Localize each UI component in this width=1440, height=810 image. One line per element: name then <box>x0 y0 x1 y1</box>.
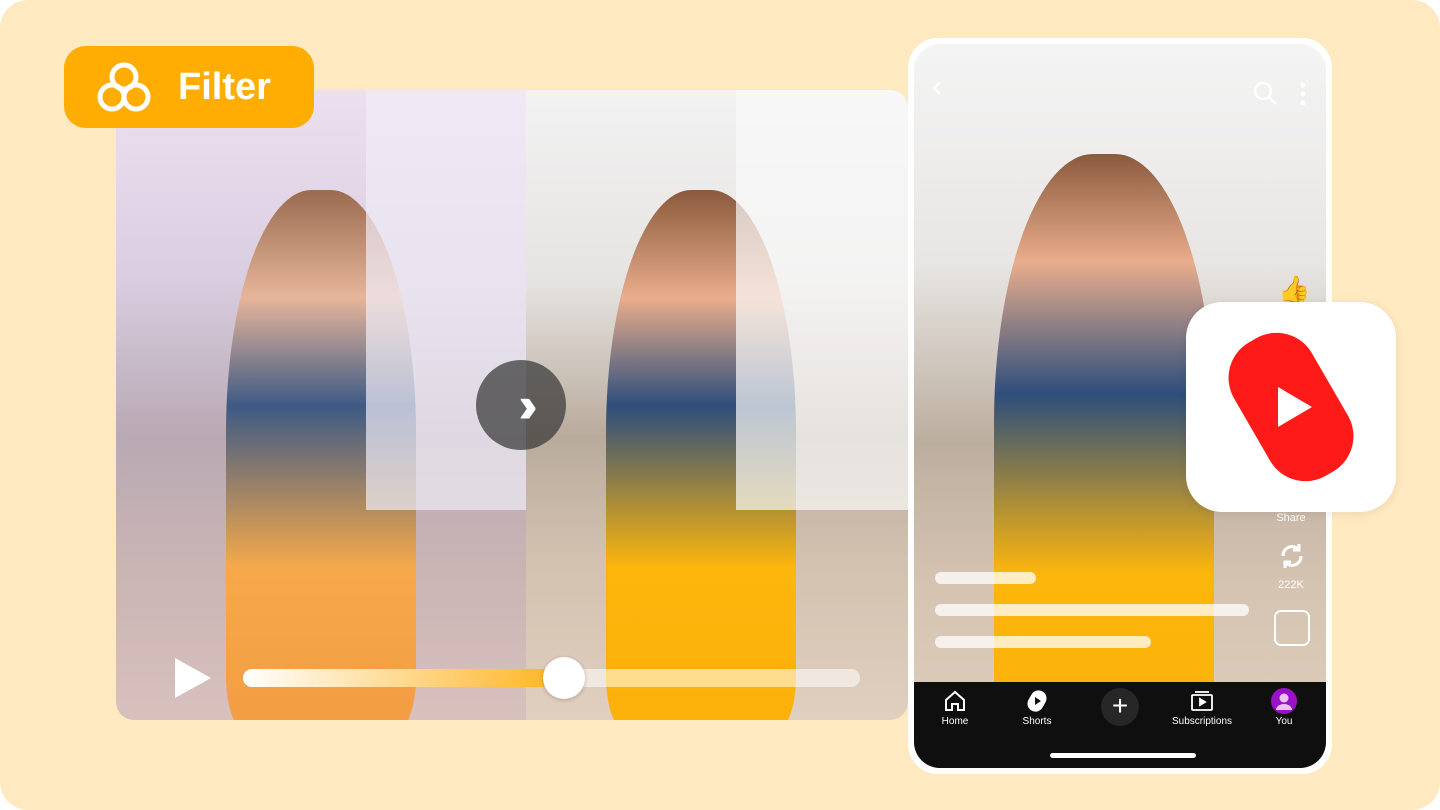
remix-icon[interactable] <box>1278 542 1306 570</box>
share-label: Share <box>1276 512 1306 524</box>
badge-label: Filter <box>178 65 271 108</box>
more-vertical-icon[interactable] <box>1300 82 1306 106</box>
progress-fill <box>243 669 564 687</box>
subscriptions-icon <box>1191 691 1213 711</box>
create-plus-icon: + <box>1101 688 1139 726</box>
three-circles-filter-icon <box>97 62 151 112</box>
sound-thumbnail[interactable] <box>1274 610 1310 646</box>
nav-you[interactable]: You <box>1244 688 1324 727</box>
nav-home[interactable]: Home <box>915 688 995 727</box>
original-image <box>116 90 526 720</box>
youtube-shorts-logo <box>1186 302 1396 512</box>
search-icon[interactable] <box>1252 80 1278 106</box>
filter-badge: Filter <box>64 46 314 128</box>
youtube-shorts-icon <box>1228 332 1354 482</box>
remix-count: 222K <box>1278 579 1304 591</box>
caption-placeholder <box>935 636 1151 648</box>
home-indicator <box>1050 753 1196 758</box>
title-placeholder <box>935 604 1249 616</box>
bottom-navigation: Home Shorts + Subscriptions You <box>914 682 1326 768</box>
shorts-icon <box>1027 690 1047 712</box>
channel-placeholder <box>935 572 1036 584</box>
avatar-icon <box>1271 688 1297 714</box>
slider-handle[interactable] <box>542 657 585 699</box>
nav-subscriptions[interactable]: Subscriptions <box>1162 688 1242 727</box>
nav-create[interactable]: + <box>1080 688 1160 726</box>
filtered-image <box>526 90 908 720</box>
home-icon <box>945 690 965 711</box>
play-button[interactable] <box>175 658 211 698</box>
like-icon[interactable]: 👍 <box>1278 274 1310 305</box>
nav-shorts[interactable]: Shorts <box>997 688 1077 727</box>
compare-button[interactable]: ›› <box>476 360 566 450</box>
double-chevron-right-icon: ›› <box>518 377 538 433</box>
back-icon[interactable]: ‹ <box>932 72 942 102</box>
